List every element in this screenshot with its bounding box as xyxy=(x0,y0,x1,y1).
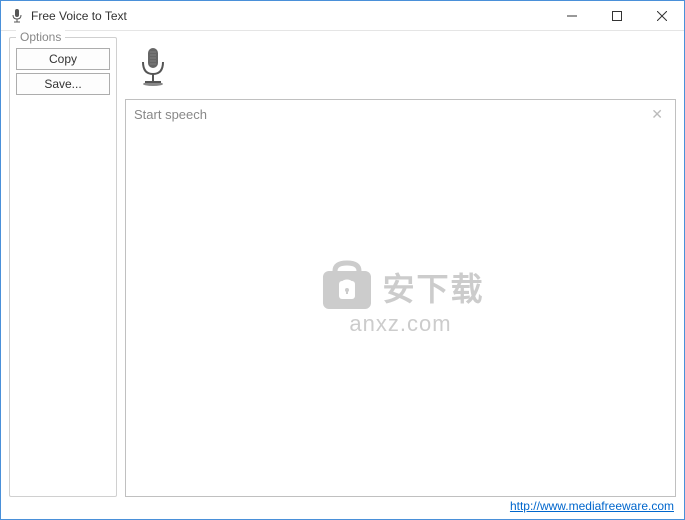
app-window: Free Voice to Text Options Copy Save... xyxy=(0,0,685,520)
window-controls xyxy=(549,1,684,30)
app-icon xyxy=(9,8,25,24)
bag-icon xyxy=(316,259,376,311)
microphone-icon[interactable] xyxy=(133,44,173,92)
clear-icon[interactable]: ✕ xyxy=(647,106,667,123)
content-area: Options Copy Save... xyxy=(1,31,684,499)
options-group: Options Copy Save... xyxy=(9,37,117,497)
maximize-button[interactable] xyxy=(594,1,639,30)
speech-placeholder: Start speech xyxy=(134,107,647,122)
footer: http://www.mediafreeware.com xyxy=(1,499,684,519)
main-panel: Start speech ✕ 安下载 xyxy=(125,37,676,497)
titlebar: Free Voice to Text xyxy=(1,1,684,31)
close-button[interactable] xyxy=(639,1,684,30)
watermark-text-domain: anxz.com xyxy=(316,311,484,337)
website-link[interactable]: http://www.mediafreeware.com xyxy=(510,499,674,513)
watermark: 安下载 anxz.com xyxy=(316,259,484,337)
sidebar: Options Copy Save... xyxy=(9,37,117,497)
text-area-header: Start speech ✕ xyxy=(126,100,675,129)
save-button[interactable]: Save... xyxy=(16,73,110,95)
copy-button[interactable]: Copy xyxy=(16,48,110,70)
speech-text-area[interactable]: Start speech ✕ 安下载 xyxy=(125,99,676,497)
microphone-area xyxy=(125,37,676,99)
watermark-text-cn: 安下载 xyxy=(382,264,484,310)
options-legend: Options xyxy=(16,30,65,44)
window-title: Free Voice to Text xyxy=(31,9,549,23)
minimize-button[interactable] xyxy=(549,1,594,30)
